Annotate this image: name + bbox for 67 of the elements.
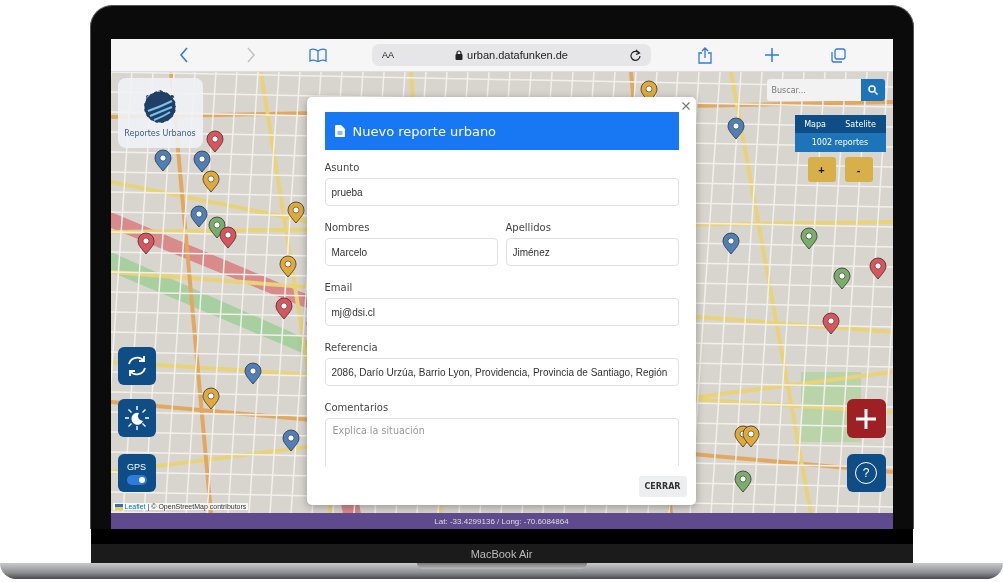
refresh-button[interactable] [117, 347, 156, 385]
map-pin[interactable] [206, 130, 223, 153]
status-bar: Lat: -33.4299136 / Long: -70.6084864 [110, 513, 893, 529]
layer-tab[interactable]: Satelite [845, 119, 876, 129]
search-icon [867, 85, 878, 95]
text-size-button[interactable]: AA [382, 50, 395, 60]
lock-icon [455, 50, 464, 60]
book-icon[interactable] [309, 48, 328, 62]
sun-moon-icon [123, 405, 150, 431]
device-label: MacBook Air [470, 547, 533, 560]
field-label: Comentarios [324, 402, 390, 413]
address-bar[interactable]: AA urban.datafunken.de [372, 44, 651, 66]
input-field[interactable]: Jiménez [505, 238, 679, 266]
map-pin[interactable] [833, 267, 850, 290]
add-report-button[interactable] [846, 399, 886, 438]
back-icon[interactable] [179, 47, 190, 63]
document-icon [334, 125, 345, 137]
field-label: Asunto [324, 162, 361, 173]
help-button[interactable]: ? [846, 454, 886, 492]
map-pin[interactable] [287, 201, 304, 224]
theme-button[interactable] [117, 399, 156, 437]
reload-icon[interactable] [629, 49, 641, 61]
dialog-title: Nuevo reporte urbano [352, 123, 497, 139]
tabs-icon[interactable] [831, 47, 847, 63]
map-pin[interactable] [722, 232, 739, 255]
map-pin[interactable] [727, 117, 744, 140]
field-label: Apellidos [505, 222, 552, 233]
zoom-out-button[interactable]: - [844, 157, 873, 182]
zoom-in-button[interactable]: + [807, 157, 836, 182]
input-field[interactable]: Marcelo [324, 238, 498, 266]
map-pin[interactable] [822, 312, 839, 335]
map-pin[interactable] [279, 255, 296, 278]
field-label: Referencia [324, 342, 379, 353]
map-pin[interactable] [282, 429, 299, 452]
search-button[interactable] [860, 79, 885, 101]
plus-icon [855, 407, 877, 430]
gps-toggle[interactable]: GPS [117, 454, 156, 492]
map-pin[interactable] [742, 425, 759, 448]
close-button[interactable]: CERRAR [638, 476, 687, 497]
map-pin[interactable] [734, 470, 751, 493]
share-icon[interactable] [697, 46, 712, 64]
input-field[interactable]: prueba [324, 178, 679, 206]
report-count: 1002 reportes [794, 133, 886, 152]
map-pin[interactable] [137, 232, 154, 255]
map-pin[interactable] [154, 149, 171, 172]
logo-card[interactable]: Reportes Urbanos [117, 78, 203, 148]
map-pin[interactable] [275, 297, 292, 320]
comments-field[interactable]: Explica la situación [324, 418, 679, 466]
map-pin[interactable] [193, 150, 210, 173]
input-field[interactable]: 2086, Darío Urzúa, Barrio Lyon, Providencia, Provincia de Santiago, Región [324, 358, 679, 386]
map-pin[interactable] [202, 387, 219, 410]
map-pin[interactable] [202, 170, 219, 193]
map-pin[interactable] [190, 205, 207, 228]
app-name: Reportes Urbanos [124, 128, 196, 138]
map-pin[interactable] [244, 362, 261, 385]
map-pin[interactable] [869, 257, 886, 280]
map-pin[interactable] [800, 227, 817, 250]
flag-icon [114, 503, 123, 510]
field-label: Email [324, 282, 354, 293]
field-label: Nombres [324, 222, 371, 233]
search-field[interactable]: Buscar... [766, 79, 861, 101]
plus-icon[interactable] [764, 48, 779, 62]
map-pin[interactable] [219, 226, 236, 249]
layer-tab[interactable]: Mapa [804, 119, 826, 129]
close-icon[interactable] [681, 102, 690, 110]
input-field[interactable]: mj@dsi.cl [324, 298, 679, 326]
url-text: urban.datafunken.de [467, 49, 568, 61]
